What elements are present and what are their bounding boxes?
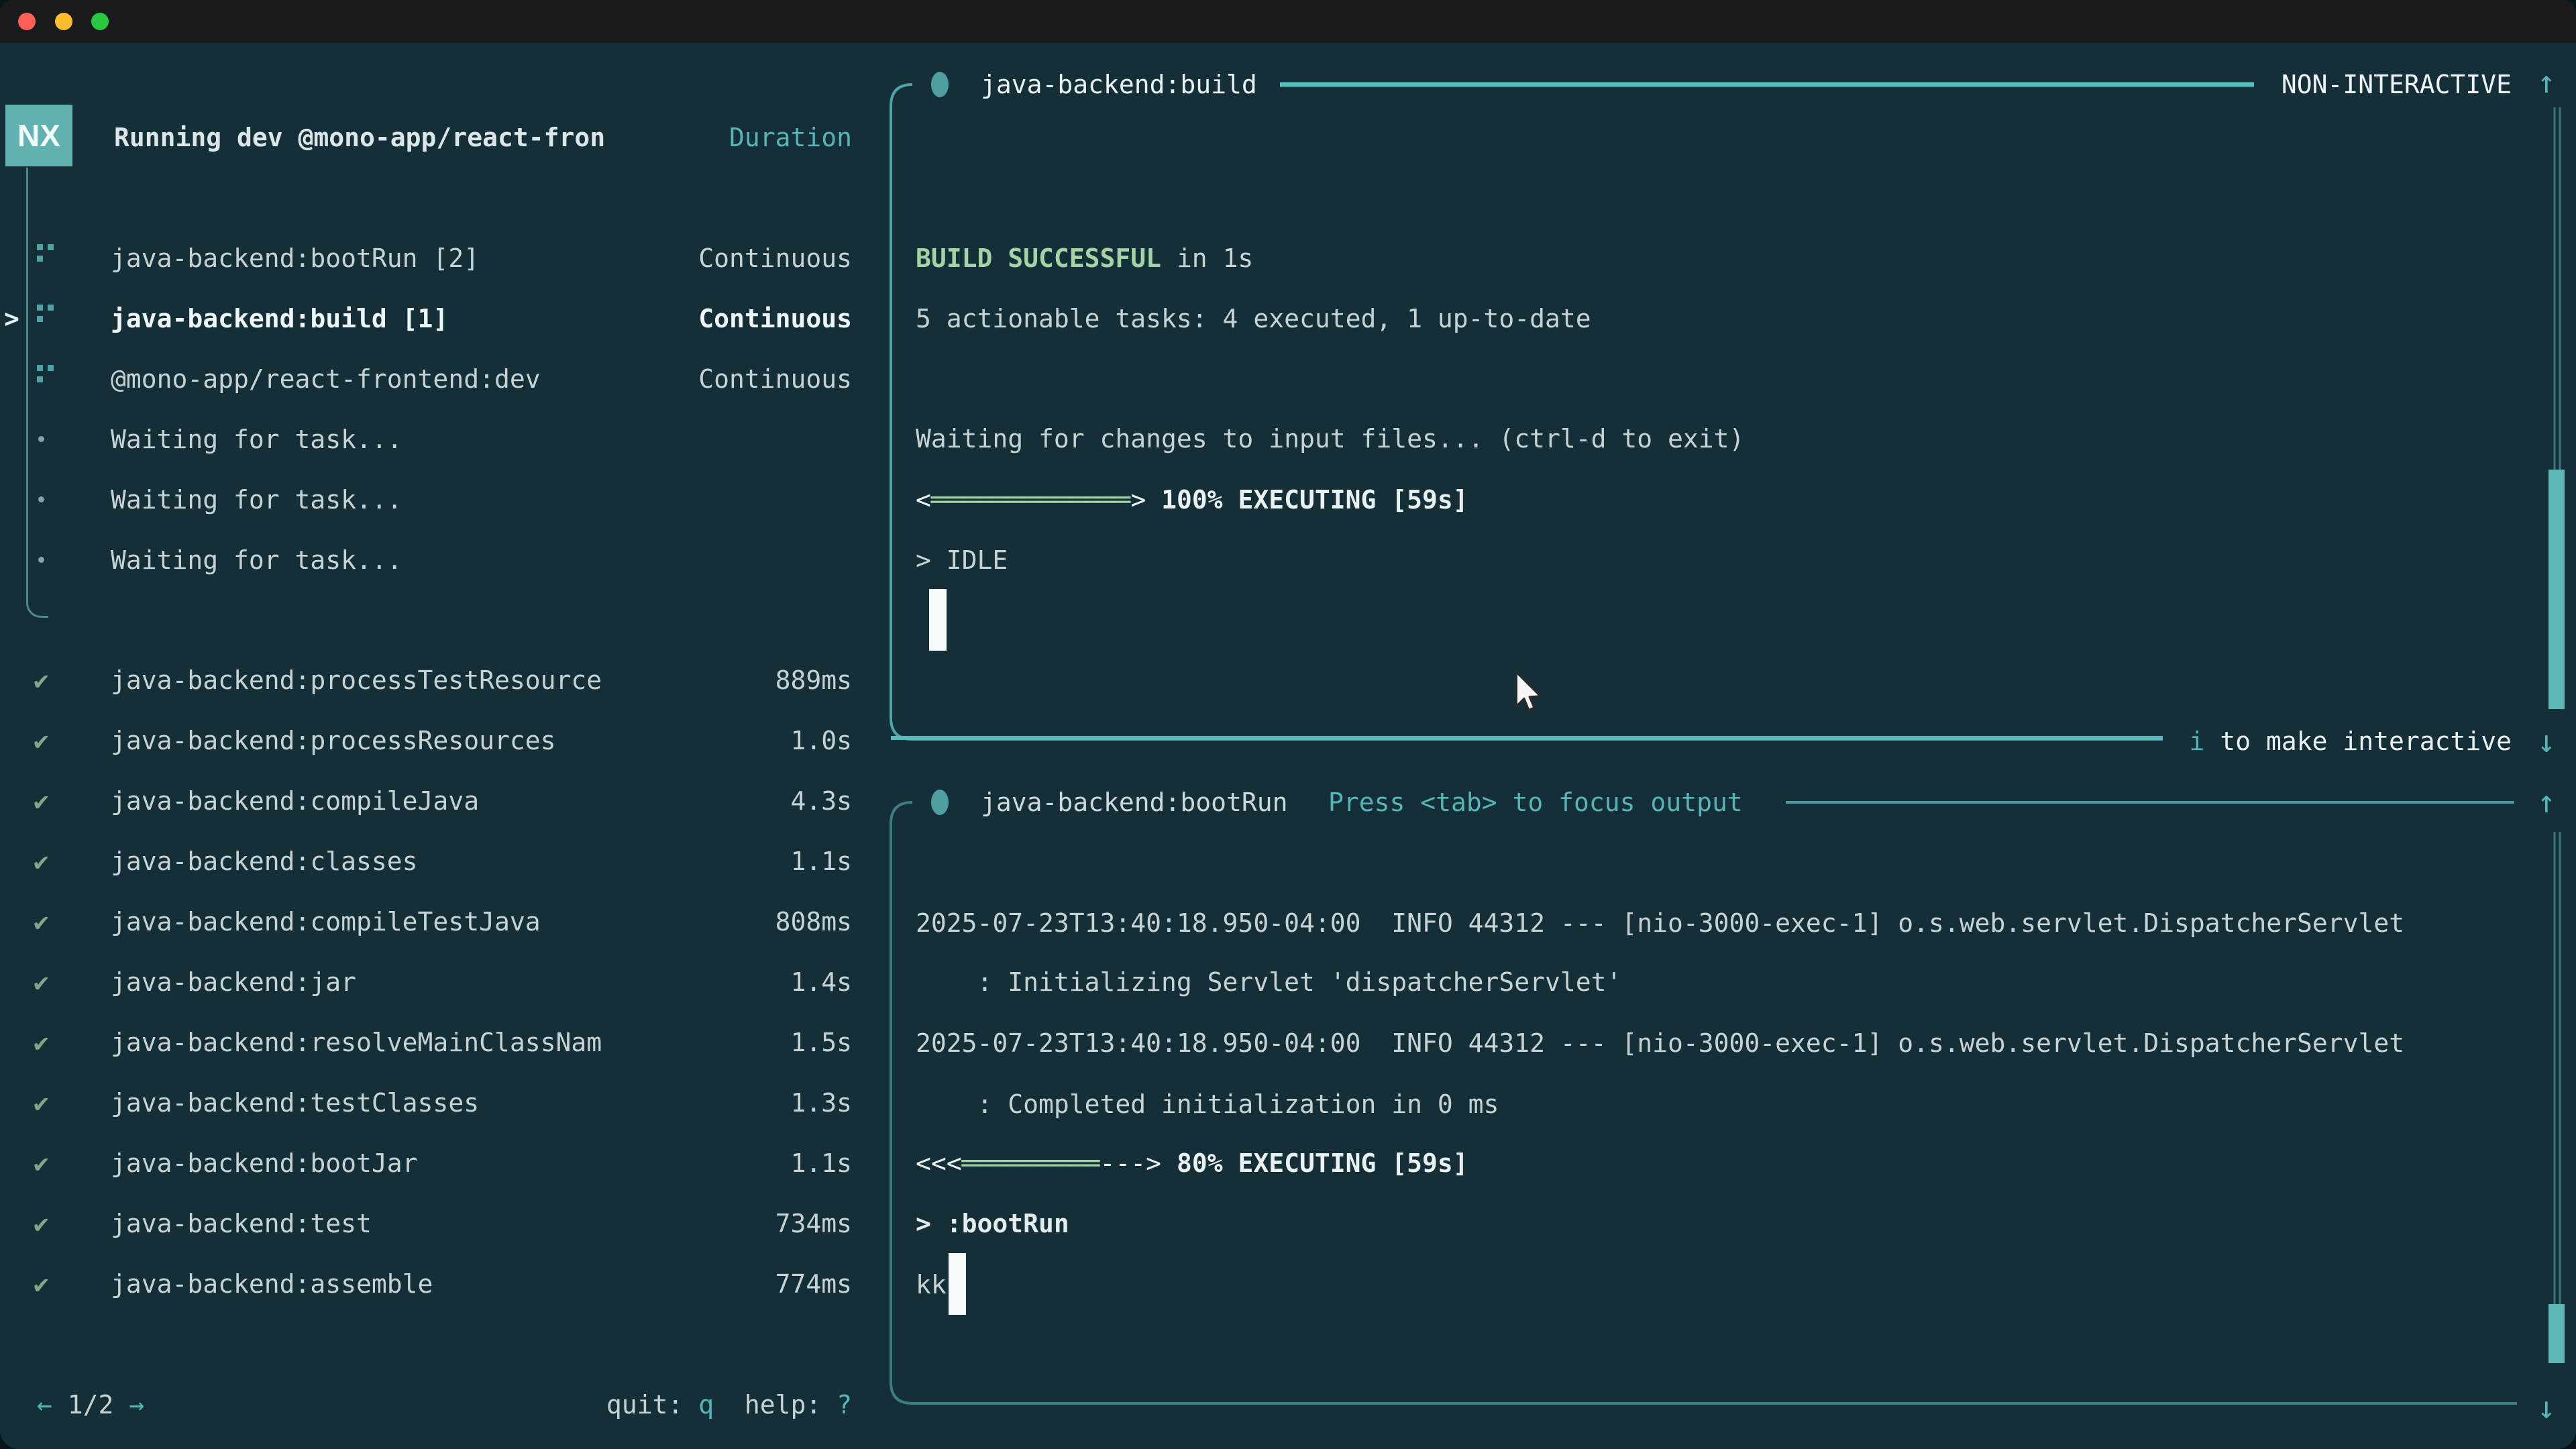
completed-task-row[interactable]: ✔java-backend:processResources1.0s [0, 710, 891, 771]
screen: NX Running dev @mono-app/react-fron Dura… [0, 0, 2576, 1449]
log-line: : Completed initialization in 0 ms [916, 1074, 1499, 1134]
progress-head: <<< [916, 1148, 962, 1178]
log-line: 2025-07-23T13:40:18.950-04:00 INFO 44312… [916, 1013, 2404, 1073]
minimize-window-button[interactable] [55, 13, 72, 30]
pending-dot-icon [38, 557, 44, 563]
task-name: Waiting for task... [111, 470, 402, 530]
make-interactive-hint: i to make interactive [2147, 711, 2512, 771]
pager: ← 1/2 → [37, 1375, 144, 1435]
build-panel-title: java-backend:build [981, 54, 1257, 115]
bootrun-panel-title: java-backend:bootRun [981, 772, 1288, 833]
task-duration: 1.3s [0, 1073, 852, 1133]
task-status: Continuous [0, 288, 852, 349]
task-status: Continuous [0, 228, 852, 288]
task-row[interactable]: java-backend:bootRun [2]Continuous [0, 228, 891, 288]
progress-label: 100% EXECUTING [59s] [1146, 485, 1468, 515]
task-row[interactable]: Waiting for task... [0, 530, 891, 590]
completed-task-row[interactable]: ✔java-backend:assemble774ms [0, 1254, 891, 1314]
pager-label [113, 1390, 129, 1419]
task-duration: 808ms [0, 892, 852, 952]
pager-prev-arrow[interactable]: ← [37, 1390, 52, 1419]
focus-output-hint: Press <tab> to focus output [1328, 772, 1743, 833]
quit-key: q [698, 1390, 714, 1419]
task-duration: 1.0s [0, 710, 852, 771]
completed-task-row[interactable]: ✔java-backend:classes1.1s [0, 831, 891, 892]
key-hints: quit: q help: ? [597, 1375, 852, 1435]
help-label: help: [714, 1390, 837, 1419]
completed-task-row[interactable]: ✔java-backend:processTestResource889ms [0, 650, 891, 710]
completed-task-row[interactable]: ✔java-backend:resolveMainClassNam1.5s [0, 1012, 891, 1073]
task-row[interactable]: Waiting for task... [0, 470, 891, 530]
close-window-button[interactable] [18, 13, 36, 30]
task-row[interactable]: @mono-app/react-frontend:devContinuous [0, 349, 891, 409]
task-status: Continuous [0, 349, 852, 409]
non-interactive-badge: NON-INTERACTIVE [2278, 54, 2512, 115]
log-line: : Initializing Servlet 'dispatcherServle… [916, 952, 1621, 1012]
scroll-down-icon[interactable]: ↓ [2537, 711, 2556, 771]
task-row[interactable]: java-backend:build [1]Continuous [0, 288, 891, 349]
progress-open-bracket: < [916, 485, 931, 515]
interactive-key: i [2190, 727, 2205, 756]
task-duration: 1.1s [0, 1133, 852, 1193]
interactive-text: to make interactive [2204, 727, 2512, 756]
build-progress-line: <═════════════> 100% EXECUTING [59s] [916, 470, 1468, 530]
pager-label [52, 1390, 68, 1419]
completed-task-row[interactable]: ✔java-backend:bootJar1.1s [0, 1133, 891, 1193]
build-panel-scrollbar-thumb[interactable] [2548, 470, 2565, 709]
progress-bar: ═════════ [962, 1148, 1100, 1178]
scroll-down-icon[interactable]: ↓ [2537, 1377, 2556, 1438]
terminal-cursor [949, 1253, 966, 1315]
build-successful-text: BUILD SUCCESSFUL [916, 244, 1161, 273]
build-summary-line: 5 actionable tasks: 4 executed, 1 up-to-… [916, 288, 1591, 349]
task-duration: 734ms [0, 1193, 852, 1254]
task-duration: 1.5s [0, 1012, 852, 1073]
task-duration: 1.1s [0, 831, 852, 892]
duration-column-header: Duration [0, 107, 852, 168]
completed-task-row[interactable]: ✔java-backend:jar1.4s [0, 952, 891, 1012]
zoom-window-button[interactable] [91, 13, 109, 30]
build-panel-bullet-icon [931, 72, 949, 97]
mouse-cursor [1513, 671, 1546, 714]
terminal-cursor [929, 589, 947, 651]
completed-task-row[interactable]: ✔java-backend:compileTestJava808ms [0, 892, 891, 952]
build-waiting-line: Waiting for changes to input files... (c… [916, 409, 1744, 469]
task-duration: 889ms [0, 650, 852, 710]
pager-value: 1/2 [68, 1390, 114, 1419]
titlebar [0, 0, 2576, 43]
quit-label: quit: [606, 1390, 698, 1419]
log-line: 2025-07-23T13:40:18.950-04:00 INFO 44312… [916, 893, 2404, 953]
pending-dot-icon [38, 436, 44, 442]
bootrun-panel-scrollbar-thumb[interactable] [2548, 1304, 2565, 1363]
task-duration: 774ms [0, 1254, 852, 1314]
task-duration: 1.4s [0, 952, 852, 1012]
task-duration: 4.3s [0, 771, 852, 831]
scroll-up-icon[interactable]: ↑ [2537, 771, 2556, 832]
bootrun-progress-line: <<<═════════---> 80% EXECUTING [59s] [916, 1133, 1468, 1193]
task-name: Waiting for task... [111, 409, 402, 470]
terminal-window: NX Running dev @mono-app/react-fron Dura… [0, 0, 2576, 1449]
task-name: Waiting for task... [111, 530, 402, 590]
progress-bar: ═════════════ [931, 485, 1130, 515]
progress-tail: ---> [1100, 1148, 1162, 1178]
progress-label: 80% EXECUTING [59s] [1161, 1148, 1468, 1178]
completed-task-row[interactable]: ✔java-backend:compileJava4.3s [0, 771, 891, 831]
build-result-line: BUILD SUCCESSFUL in 1s [916, 228, 1253, 288]
progress-close-bracket: > [1130, 485, 1146, 515]
scroll-up-icon[interactable]: ↑ [2537, 52, 2556, 112]
bootrun-panel-bullet-icon [931, 790, 949, 815]
completed-task-row[interactable]: ✔java-backend:test734ms [0, 1193, 891, 1254]
build-idle-line: > IDLE [916, 530, 1008, 590]
typed-input[interactable]: kk [916, 1254, 947, 1315]
pager-next-arrow[interactable]: → [129, 1390, 144, 1419]
bootrun-prompt-line: > :bootRun [916, 1193, 1069, 1254]
build-panel-bottom-rule [891, 736, 2163, 740]
help-key: ? [837, 1390, 852, 1419]
completed-task-row[interactable]: ✔java-backend:testClasses1.3s [0, 1073, 891, 1133]
pending-dot-icon [38, 496, 44, 502]
task-row[interactable]: Waiting for task... [0, 409, 891, 470]
build-time-text: in 1s [1161, 244, 1253, 273]
